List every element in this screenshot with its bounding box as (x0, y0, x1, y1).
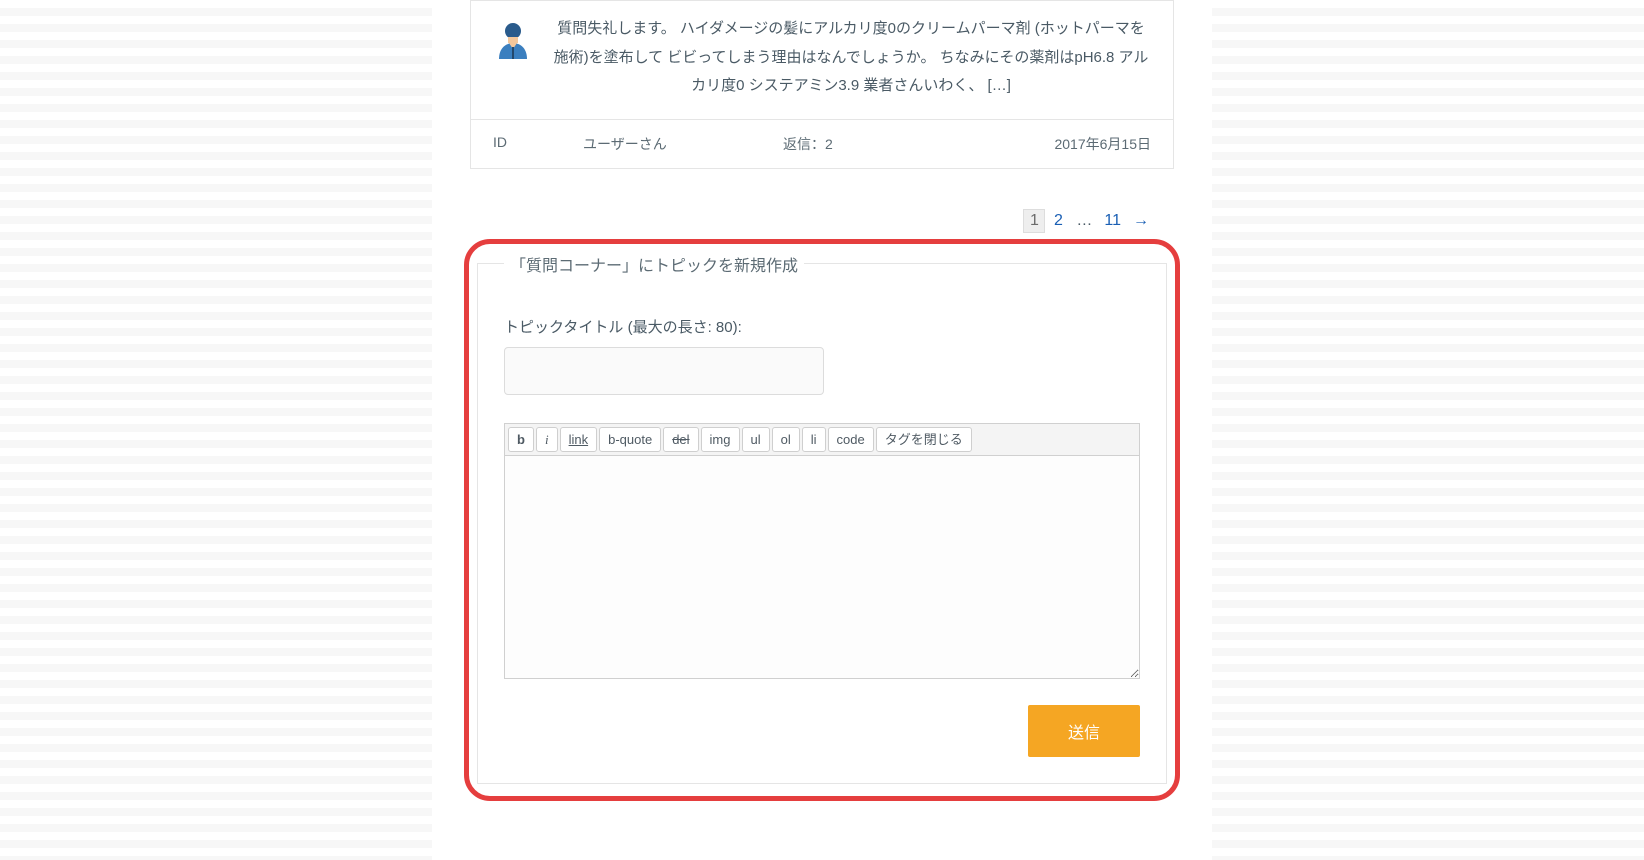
topic-body-textarea[interactable] (504, 455, 1140, 679)
pagination-page-2[interactable]: 2 (1047, 209, 1069, 233)
toolbar-ul-button[interactable]: ul (742, 427, 770, 453)
post-body: 質問失礼します。 ハイダメージの髪にアルカリ度0のクリームパーマ剤 (ホットパー… (471, 1, 1173, 119)
post-meta-row: ID ユーザーさん 返信：2 2017年6月15日 (471, 119, 1173, 168)
submit-button[interactable]: 送信 (1028, 705, 1140, 757)
pagination-page-1[interactable]: 1 (1023, 209, 1045, 233)
toolbar-bold-button[interactable]: b (508, 427, 534, 453)
meta-date: 2017年6月15日 (923, 134, 1151, 154)
form-legend: 「質問コーナー」にトピックを新規作成 (504, 252, 804, 276)
pagination-ellipsis: … (1071, 209, 1097, 233)
new-topic-form: 「質問コーナー」にトピックを新規作成 トピックタイトル (最大の長さ: 80):… (477, 252, 1167, 785)
pagination: 12…11→ (452, 209, 1154, 233)
topic-title-input[interactable] (504, 347, 824, 395)
toolbar-del-button[interactable]: del (663, 427, 698, 453)
toolbar-img-button[interactable]: img (701, 427, 740, 453)
highlight-box: 「質問コーナー」にトピックを新規作成 トピックタイトル (最大の長さ: 80):… (464, 239, 1180, 802)
toolbar-ol-button[interactable]: ol (772, 427, 800, 453)
toolbar-li-button[interactable]: li (802, 427, 826, 453)
pagination-page-11[interactable]: 11 (1099, 209, 1126, 233)
toolbar-italic-button[interactable]: i (536, 427, 558, 453)
post-text: 質問失礼します。 ハイダメージの髪にアルカリ度0のクリームパーマ剤 (ホットパー… (551, 15, 1151, 101)
toolbar-code-button[interactable]: code (828, 427, 874, 453)
submit-row: 送信 (504, 705, 1140, 757)
post-card: 質問失礼します。 ハイダメージの髪にアルカリ度0のクリームパーマ剤 (ホットパー… (470, 0, 1174, 169)
meta-id-label: ID (493, 134, 583, 154)
meta-replies: 返信：2 (783, 134, 923, 154)
toolbar-link-button[interactable]: link (560, 427, 598, 453)
pagination-page-→[interactable]: → (1128, 209, 1154, 233)
toolbar-bquote-button[interactable]: b-quote (599, 427, 661, 453)
toolbar-close-tags-button[interactable]: タグを閉じる (876, 427, 972, 453)
avatar-icon (493, 19, 533, 59)
topic-title-label: トピックタイトル (最大の長さ: 80): (504, 316, 1140, 337)
editor-toolbar: b i link b-quote del img ul ol li code タ… (504, 423, 1140, 456)
meta-user: ユーザーさん (583, 134, 783, 154)
